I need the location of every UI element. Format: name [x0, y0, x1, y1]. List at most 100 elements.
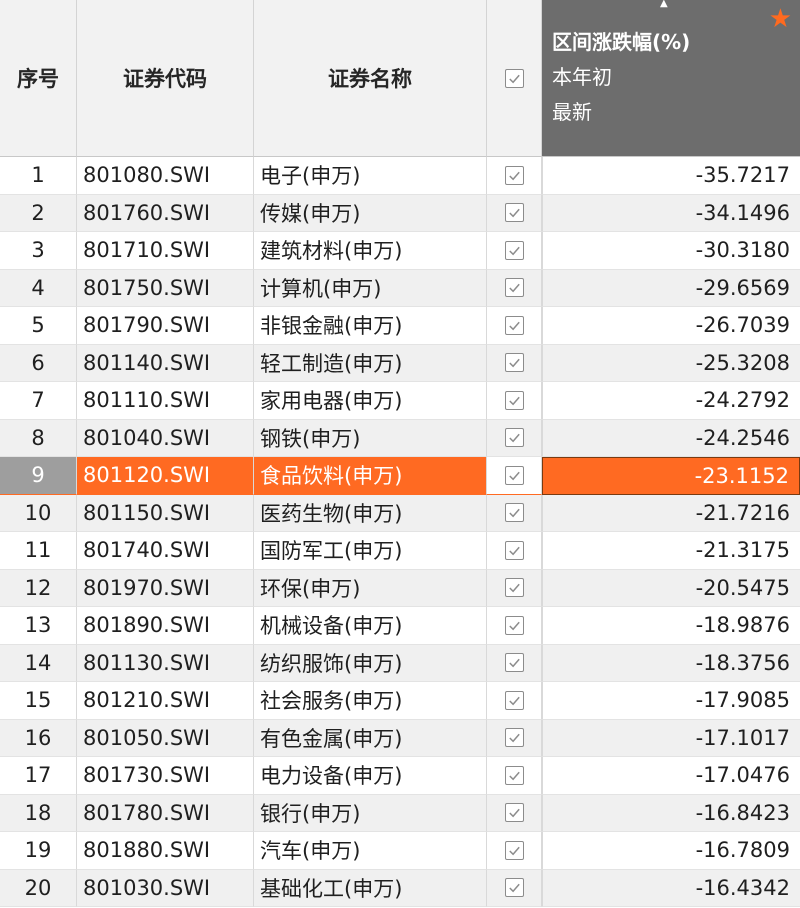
row-checkbox[interactable]: [504, 803, 524, 823]
row-code: 801890.SWI: [77, 607, 254, 645]
checkmark-icon: [508, 583, 520, 593]
checkmark-icon: [508, 808, 520, 818]
row-checkbox[interactable]: [504, 203, 524, 223]
table-row[interactable]: 8 801040.SWI 钢铁(申万) -24.2546: [0, 419, 800, 457]
row-name: 电子(申万): [254, 157, 487, 195]
row-name: 非银金融(申万): [254, 307, 487, 345]
row-checkbox[interactable]: [504, 540, 524, 560]
row-checkbox[interactable]: [504, 240, 524, 260]
table-row[interactable]: 2 801760.SWI 传媒(申万) -34.1496: [0, 194, 800, 232]
header-name[interactable]: 证券名称: [254, 0, 487, 157]
table-row[interactable]: 13 801890.SWI 机械设备(申万) -18.9876: [0, 607, 800, 645]
row-checkbox[interactable]: [504, 315, 524, 335]
star-icon[interactable]: ★: [769, 6, 792, 32]
row-checkbox-cell: [487, 757, 542, 795]
row-checkbox[interactable]: [504, 878, 524, 898]
row-checkbox[interactable]: [504, 428, 524, 448]
table-row[interactable]: 9 801120.SWI 食品饮料(申万) -23.1152: [0, 457, 800, 495]
table-row[interactable]: 14 801130.SWI 纺织服饰(申万) -18.3756: [0, 644, 800, 682]
row-seq: 4: [0, 269, 77, 307]
checkmark-icon: [508, 546, 520, 556]
table-row[interactable]: 16 801050.SWI 有色金属(申万) -17.1017: [0, 719, 800, 757]
row-code: 801880.SWI: [77, 832, 254, 870]
row-checkbox[interactable]: [504, 840, 524, 860]
row-code: 801740.SWI: [77, 532, 254, 570]
row-checkbox[interactable]: [504, 353, 524, 373]
grid-body: 1 801080.SWI 电子(申万) -35.7217 2 801760.SWI 传媒(申…: [0, 157, 800, 907]
row-value: -17.0476: [542, 757, 800, 795]
table-row[interactable]: 5 801790.SWI 非银金融(申万) -26.7039: [0, 307, 800, 345]
row-seq: 10: [0, 494, 77, 532]
row-seq: 16: [0, 719, 77, 757]
table-row[interactable]: 18 801780.SWI 银行(申万) -16.8423: [0, 794, 800, 832]
row-value: -34.1496: [542, 194, 800, 232]
row-seq: 12: [0, 569, 77, 607]
row-checkbox[interactable]: [504, 165, 524, 185]
row-checkbox[interactable]: [504, 690, 524, 710]
table-row[interactable]: 6 801140.SWI 轻工制造(申万) -25.3208: [0, 344, 800, 382]
row-value: -16.8423: [542, 794, 800, 832]
checkmark-icon: [508, 246, 520, 256]
row-value: -24.2546: [542, 419, 800, 457]
row-checkbox[interactable]: [504, 503, 524, 523]
row-checkbox-cell: [487, 682, 542, 720]
row-code: 801030.SWI: [77, 869, 254, 907]
table-row[interactable]: 4 801750.SWI 计算机(申万) -29.6569: [0, 269, 800, 307]
table-row[interactable]: 3 801710.SWI 建筑材料(申万) -30.3180: [0, 232, 800, 270]
checkmark-icon: [508, 171, 520, 181]
row-checkbox[interactable]: [504, 278, 524, 298]
row-checkbox-cell: [487, 832, 542, 870]
row-checkbox-cell: [487, 719, 542, 757]
row-checkbox[interactable]: [504, 615, 524, 635]
table-row[interactable]: 7 801110.SWI 家用电器(申万) -24.2792: [0, 382, 800, 420]
row-code: 801750.SWI: [77, 269, 254, 307]
row-code: 801970.SWI: [77, 569, 254, 607]
header-select-all[interactable]: [487, 0, 542, 157]
table-row[interactable]: 11 801740.SWI 国防军工(申万) -21.3175: [0, 532, 800, 570]
row-code: 801140.SWI: [77, 344, 254, 382]
row-checkbox[interactable]: [504, 465, 524, 485]
checkmark-icon: [508, 696, 520, 706]
checkmark-icon: [508, 658, 520, 668]
row-code: 801730.SWI: [77, 757, 254, 795]
row-checkbox-cell: [487, 607, 542, 645]
header-code[interactable]: 证券代码: [77, 0, 254, 157]
table-row[interactable]: 19 801880.SWI 汽车(申万) -16.7809: [0, 832, 800, 870]
row-checkbox[interactable]: [504, 765, 524, 785]
row-code: 801780.SWI: [77, 794, 254, 832]
row-checkbox-cell: [487, 157, 542, 195]
row-checkbox-cell: [487, 419, 542, 457]
row-checkbox[interactable]: [504, 653, 524, 673]
row-seq: 15: [0, 682, 77, 720]
row-name: 电力设备(申万): [254, 757, 487, 795]
row-checkbox-cell: [487, 869, 542, 907]
row-name: 国防军工(申万): [254, 532, 487, 570]
row-value: -16.4342: [542, 869, 800, 907]
row-checkbox-cell: [487, 457, 542, 495]
table-row[interactable]: 10 801150.SWI 医药生物(申万) -21.7216: [0, 494, 800, 532]
checkmark-icon: [508, 733, 520, 743]
row-name: 食品饮料(申万): [254, 457, 487, 495]
row-code: 801710.SWI: [77, 232, 254, 270]
row-checkbox[interactable]: [504, 728, 524, 748]
table-row[interactable]: 17 801730.SWI 电力设备(申万) -17.0476: [0, 757, 800, 795]
header-metric-end: 最新: [552, 100, 592, 124]
checkmark-icon: [508, 621, 520, 631]
row-checkbox[interactable]: [504, 390, 524, 410]
table-row[interactable]: 1 801080.SWI 电子(申万) -35.7217: [0, 157, 800, 195]
table-row[interactable]: 20 801030.SWI 基础化工(申万) -16.4342: [0, 869, 800, 907]
row-seq: 8: [0, 419, 77, 457]
row-name: 环保(申万): [254, 569, 487, 607]
table-row[interactable]: 15 801210.SWI 社会服务(申万) -17.9085: [0, 682, 800, 720]
row-name: 汽车(申万): [254, 832, 487, 870]
header-range-change[interactable]: ▲ 区间涨跌幅(%) 本年初 最新 ★: [542, 0, 800, 157]
table-row[interactable]: 12 801970.SWI 环保(申万) -20.5475: [0, 569, 800, 607]
header-seq[interactable]: 序号: [0, 0, 77, 157]
row-code: 801110.SWI: [77, 382, 254, 420]
row-name: 机械设备(申万): [254, 607, 487, 645]
select-all-checkbox[interactable]: [504, 68, 524, 88]
row-value: -29.6569: [542, 269, 800, 307]
row-name: 传媒(申万): [254, 194, 487, 232]
row-checkbox[interactable]: [504, 578, 524, 598]
row-checkbox-cell: [487, 307, 542, 345]
